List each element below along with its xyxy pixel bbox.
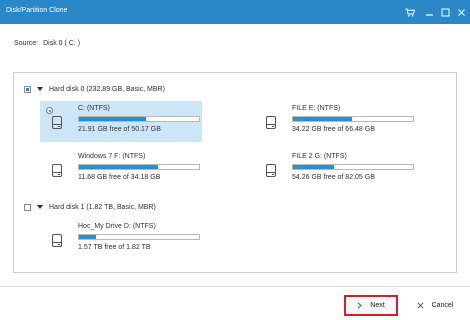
usage-bar-fill (79, 235, 96, 239)
source-line: Source: Disk 0 ( C: ) (14, 40, 80, 47)
next-button[interactable]: Next (344, 295, 398, 316)
next-button-label: Next (370, 302, 385, 309)
usage-bar-fill (79, 165, 159, 169)
partition-info: 34.22 GB free of 66.48 GB (292, 126, 375, 133)
partition-info: 11.68 GB free of 34.18 GB (78, 174, 161, 181)
close-x-icon (417, 302, 424, 309)
close-icon[interactable] (453, 4, 469, 20)
usage-bar-fill (293, 117, 352, 121)
partition-name: FILE E: (NTFS) (292, 105, 341, 112)
partition-name: FILE 2 G: (NTFS) (292, 153, 347, 160)
drive-icon (266, 164, 276, 177)
usage-bar (78, 234, 200, 240)
collapse-triangle-icon[interactable] (37, 205, 43, 209)
window-title: Disk/Partition Clone (6, 7, 68, 14)
drive-icon (266, 116, 276, 129)
partition-name: C: (NTFS) (78, 105, 110, 112)
partition-item[interactable]: FILE 2 G: (NTFS) 54.26 GB free of 82.05 … (254, 149, 416, 190)
disk-list-panel: Hard disk 0 (232.89 GB, Basic, MBR) C: (… (13, 72, 457, 273)
partition-item[interactable]: C: (NTFS) 21.91 GB free of 50.17 GB (40, 101, 202, 142)
source-label: Source: (14, 40, 39, 47)
usage-bar (292, 116, 414, 122)
partition-name: Hoc_My Drive D: (NTFS) (78, 223, 156, 230)
partition-item[interactable]: Windows 7 F: (NTFS) 11.68 GB free of 34.… (40, 149, 202, 190)
disk-label: Hard disk 1 (1.82 TB, Basic, MBR) (49, 203, 156, 211)
usage-bar-fill (79, 117, 147, 121)
usage-bar (78, 164, 200, 170)
disk-checkbox[interactable] (24, 203, 31, 211)
cart-icon[interactable] (402, 4, 418, 20)
usage-bar (292, 164, 414, 170)
partition-radio[interactable] (46, 107, 53, 114)
drive-icon (52, 164, 62, 177)
collapse-triangle-icon[interactable] (37, 87, 43, 91)
partition-name: Windows 7 F: (NTFS) (78, 153, 146, 160)
usage-bar-fill (293, 165, 334, 169)
chevron-right-icon (357, 302, 363, 309)
disk-checkbox[interactable] (24, 85, 31, 93)
partition-item[interactable]: FILE E: (NTFS) 34.22 GB free of 66.48 GB (254, 101, 416, 142)
partition-info: 1.57 TB free of 1.82 TB (78, 244, 151, 251)
cancel-button[interactable]: Cancel (412, 295, 458, 316)
cancel-button-label: Cancel (431, 302, 454, 309)
drive-icon (52, 234, 62, 247)
disk-label: Hard disk 0 (232.89 GB, Basic, MBR) (49, 85, 165, 93)
title-bar: Disk/Partition Clone (0, 0, 470, 24)
usage-bar (78, 116, 200, 122)
disk-header[interactable]: Hard disk 1 (1.82 TB, Basic, MBR) (24, 202, 156, 212)
partition-info: 21.91 GB free of 50.17 GB (78, 126, 161, 133)
disk-header[interactable]: Hard disk 0 (232.89 GB, Basic, MBR) (24, 84, 165, 94)
maximize-icon[interactable] (437, 4, 453, 20)
source-value: Disk 0 ( C: ) (43, 40, 81, 47)
minimize-icon[interactable] (421, 4, 437, 20)
footer-divider (0, 286, 470, 287)
drive-icon (52, 116, 62, 129)
partition-item[interactable]: Hoc_My Drive D: (NTFS) 1.57 TB free of 1… (40, 219, 202, 260)
partition-info: 54.26 GB free of 82.05 GB (292, 174, 375, 181)
